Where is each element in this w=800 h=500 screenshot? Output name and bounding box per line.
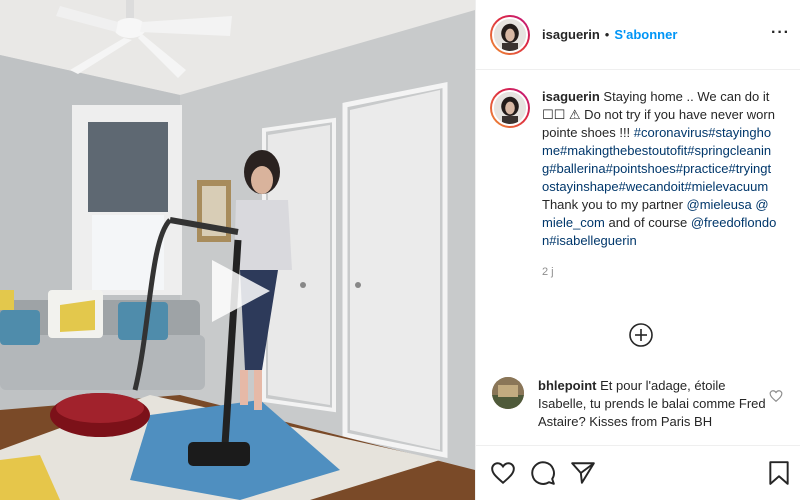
follow-button[interactable]: S'abonner — [614, 27, 677, 42]
plus-circle-icon[interactable] — [628, 322, 654, 348]
comment-item: bhlepoint Et pour l'adage, étoile Isabel… — [492, 377, 787, 431]
caption-username[interactable]: isaguerin — [542, 89, 600, 104]
author-username[interactable]: isaguerin — [542, 27, 600, 42]
post-sidebar: isaguerin • S'abonner ··· isaguerin Stay… — [475, 0, 800, 500]
action-bar — [476, 445, 800, 500]
instagram-post: isaguerin • S'abonner ··· isaguerin Stay… — [0, 0, 800, 500]
caption-thanks: Thank you to my partner — [542, 197, 687, 212]
comments-section: isaguerin Staying home .. We can do it ☐… — [476, 70, 800, 445]
heart-icon[interactable] — [490, 460, 516, 486]
bookmark-icon[interactable] — [766, 460, 792, 486]
comment-text: bhlepoint Et pour l'adage, étoile Isabel… — [538, 377, 768, 431]
caption-text: isaguerin Staying home .. We can do it ☐… — [542, 88, 777, 250]
video-frame-image — [0, 0, 475, 500]
paper-plane-icon[interactable] — [570, 460, 596, 486]
mention-mieleusa[interactable]: @mieleusa — [687, 197, 752, 212]
hashtag-isabelleguerin[interactable]: #isabelleguerin — [549, 233, 636, 248]
post-timestamp[interactable]: 2 j — [542, 266, 786, 278]
post-caption: isaguerin Staying home .. We can do it ☐… — [490, 70, 786, 250]
author-avatar[interactable] — [490, 14, 530, 55]
post-header: isaguerin • S'abonner ··· — [476, 0, 800, 70]
commenter-username[interactable]: bhlepoint — [538, 378, 597, 393]
small-heart-icon[interactable] — [769, 389, 783, 403]
post-video[interactable] — [0, 0, 475, 500]
more-icon[interactable]: ··· — [771, 24, 790, 42]
caption-avatar[interactable] — [490, 88, 530, 128]
commenter-avatar[interactable] — [492, 377, 524, 409]
caption-and: and of course — [604, 215, 691, 230]
header-separator: • — [604, 27, 610, 42]
play-icon[interactable] — [206, 258, 272, 324]
comment-icon[interactable] — [530, 460, 556, 486]
